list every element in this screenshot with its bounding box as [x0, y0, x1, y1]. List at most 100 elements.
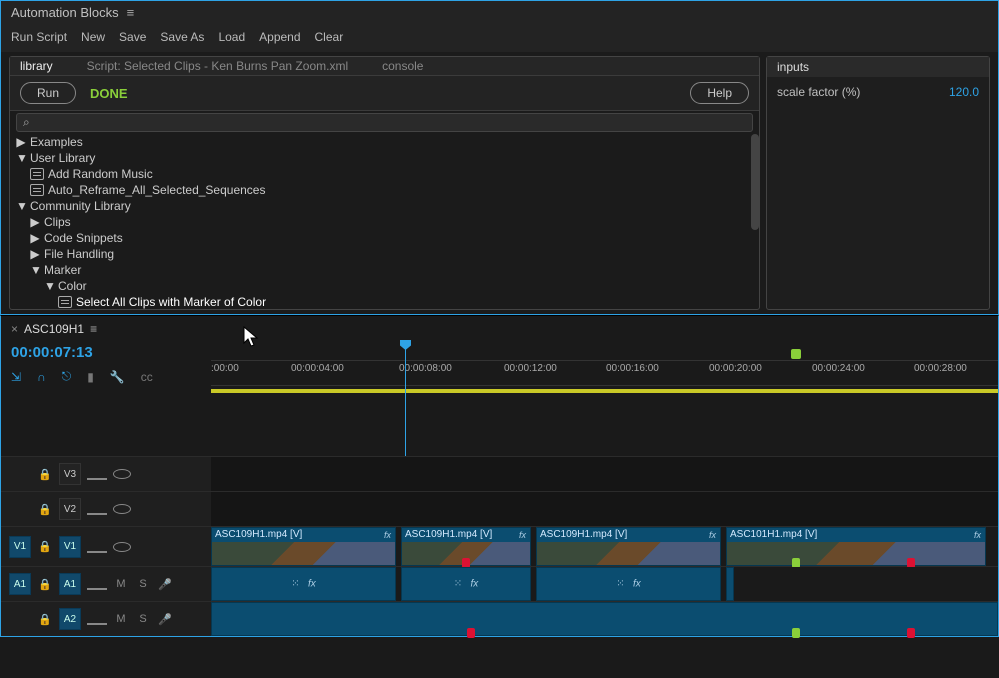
video-clip[interactable]: ASC109H1.mp4 [V]fx	[536, 527, 721, 566]
inputs-header: inputs	[767, 57, 989, 77]
mute-button[interactable]: M	[113, 578, 129, 590]
tree-add-random-music[interactable]: Add Random Music	[16, 166, 753, 182]
menu-clear[interactable]: Clear	[315, 30, 344, 44]
toggle-icon[interactable]	[87, 541, 107, 553]
mic-icon[interactable]: 🎤	[157, 578, 173, 591]
eye-icon[interactable]	[113, 504, 131, 514]
ruler-tick: 00:00:28:00	[914, 363, 967, 374]
timeline-tools: ⇲ ∩ ⎋ ▮ 🔧 cc	[1, 363, 211, 390]
magnet-icon[interactable]: ∩	[37, 370, 46, 384]
done-status: DONE	[90, 86, 128, 101]
tree-community-library[interactable]: ▼Community Library	[16, 198, 753, 214]
tab-console[interactable]: console	[382, 59, 423, 73]
lock-icon[interactable]: 🔒	[37, 578, 53, 591]
audio-clip[interactable]: ⁙ fx	[211, 567, 396, 601]
marker-icon[interactable]: ▮	[87, 370, 94, 384]
track-v3: 🔒 V3	[1, 456, 998, 491]
run-button[interactable]: Run	[20, 82, 76, 104]
track-label-v3[interactable]: V3	[59, 463, 81, 485]
help-button[interactable]: Help	[690, 82, 749, 104]
menu-icon[interactable]: ≡	[127, 5, 135, 20]
ruler-tick: 00:00:08:00	[399, 363, 452, 374]
toggle-icon[interactable]	[87, 468, 107, 480]
tree-file-handling[interactable]: ▶File Handling	[16, 246, 753, 262]
ruler-tick: 00:00:24:00	[812, 363, 865, 374]
tree-scrollbar[interactable]	[751, 134, 759, 230]
search-input[interactable]: ⌕	[16, 113, 753, 132]
audio-clip[interactable]: ⁙ fx	[536, 567, 721, 601]
ruler-tick: :00:00	[211, 363, 239, 374]
tree-auto-reframe[interactable]: Auto_Reframe_All_Selected_Sequences	[16, 182, 753, 198]
source-v1[interactable]: V1	[9, 536, 31, 558]
mute-button[interactable]: M	[113, 613, 129, 625]
wrench-icon[interactable]: 🔧	[110, 370, 125, 384]
tabs: library Script: Selected Clips - Ken Bur…	[10, 57, 759, 76]
video-clip[interactable]: ASC109H1.mp4 [V]fx	[401, 527, 531, 566]
tree-marker[interactable]: ▼Marker	[16, 262, 753, 278]
snap-icon[interactable]: ⇲	[11, 370, 21, 384]
lock-icon[interactable]: 🔒	[37, 468, 53, 481]
close-icon[interactable]: ×	[11, 322, 18, 336]
sequence-name[interactable]: ASC109H1	[24, 322, 84, 336]
menu-run-script[interactable]: Run Script	[11, 30, 67, 44]
file-icon	[30, 184, 44, 196]
time-ruler[interactable]: :00:00 00:00:04:00 00:00:08:00 00:00:12:…	[211, 360, 998, 386]
lock-icon[interactable]: 🔒	[37, 613, 53, 626]
lock-icon[interactable]: 🔒	[37, 540, 53, 553]
track-label-a1[interactable]: A1	[59, 573, 81, 595]
tree-code-snippets[interactable]: ▶Code Snippets	[16, 230, 753, 246]
tree-user-library[interactable]: ▼User Library	[16, 150, 753, 166]
track-label-v1[interactable]: V1	[59, 536, 81, 558]
audio-clip[interactable]	[726, 567, 734, 601]
timeline-scrollbar[interactable]	[211, 386, 998, 396]
track-label-v2[interactable]: V2	[59, 498, 81, 520]
ruler-tick: 00:00:04:00	[291, 363, 344, 374]
tree-examples[interactable]: ▶Examples	[16, 134, 753, 150]
track-label-a2[interactable]: A2	[59, 608, 81, 630]
eye-icon[interactable]	[113, 469, 131, 479]
left-column: library Script: Selected Clips - Ken Bur…	[9, 56, 760, 310]
track-a1: A1 🔒 A1 M S 🎤 ⁙ fx ⁙ fx ⁙ fx	[1, 566, 998, 601]
mic-icon[interactable]: 🎤	[157, 613, 173, 626]
track-v2: 🔒 V2	[1, 491, 998, 526]
audio-clip[interactable]	[211, 602, 998, 636]
panel-title: Automation Blocks	[11, 5, 119, 20]
source-a1[interactable]: A1	[9, 573, 31, 595]
input-value[interactable]: 120.0	[949, 85, 979, 99]
menu-append[interactable]: Append	[259, 30, 300, 44]
ruler-tick: 00:00:12:00	[504, 363, 557, 374]
input-scale-factor: scale factor (%) 120.0	[777, 83, 979, 99]
toggle-icon[interactable]	[87, 613, 107, 625]
panel-header: Automation Blocks ≡	[1, 1, 998, 30]
timeline-panel: × ASC109H1 ≡ 00:00:07:13 ⇲ ∩ ⎋ ▮ 🔧 cc :0…	[0, 315, 999, 637]
toggle-icon[interactable]	[87, 503, 107, 515]
video-clip[interactable]: ASC109H1.mp4 [V]fx	[211, 527, 396, 566]
solo-button[interactable]: S	[135, 613, 151, 625]
menu-icon[interactable]: ≡	[90, 322, 97, 336]
timeline-marker[interactable]	[791, 349, 801, 359]
cc-icon[interactable]: cc	[141, 370, 153, 384]
audio-clip[interactable]: ⁙ fx	[401, 567, 531, 601]
video-clip[interactable]: ASC101H1.mp4 [V]fx	[726, 527, 986, 566]
menu-new[interactable]: New	[81, 30, 105, 44]
tree-clips[interactable]: ▶Clips	[16, 214, 753, 230]
ruler-tick: 00:00:20:00	[709, 363, 762, 374]
file-icon	[58, 296, 72, 308]
library-tree[interactable]: ▶Examples ▼User Library Add Random Music…	[10, 134, 759, 309]
menu-save-as[interactable]: Save As	[160, 30, 204, 44]
tab-script[interactable]: Script: Selected Clips - Ken Burns Pan Z…	[87, 59, 348, 73]
menu-save[interactable]: Save	[119, 30, 146, 44]
inputs-column: inputs scale factor (%) 120.0	[766, 56, 990, 310]
menubar: Run Script New Save Save As Load Append …	[1, 30, 998, 52]
link-icon[interactable]: ⎋	[62, 369, 72, 384]
tree-select-all-clips[interactable]: Select All Clips with Marker of Color	[16, 294, 753, 309]
menu-load[interactable]: Load	[218, 30, 245, 44]
tree-color[interactable]: ▼Color	[16, 278, 753, 294]
eye-icon[interactable]	[113, 542, 131, 552]
toggle-icon[interactable]	[87, 578, 107, 590]
lock-icon[interactable]: 🔒	[37, 503, 53, 516]
tab-library[interactable]: library	[20, 59, 53, 73]
solo-button[interactable]: S	[135, 578, 151, 590]
playhead[interactable]	[405, 340, 406, 456]
timecode[interactable]: 00:00:07:13	[1, 340, 211, 363]
